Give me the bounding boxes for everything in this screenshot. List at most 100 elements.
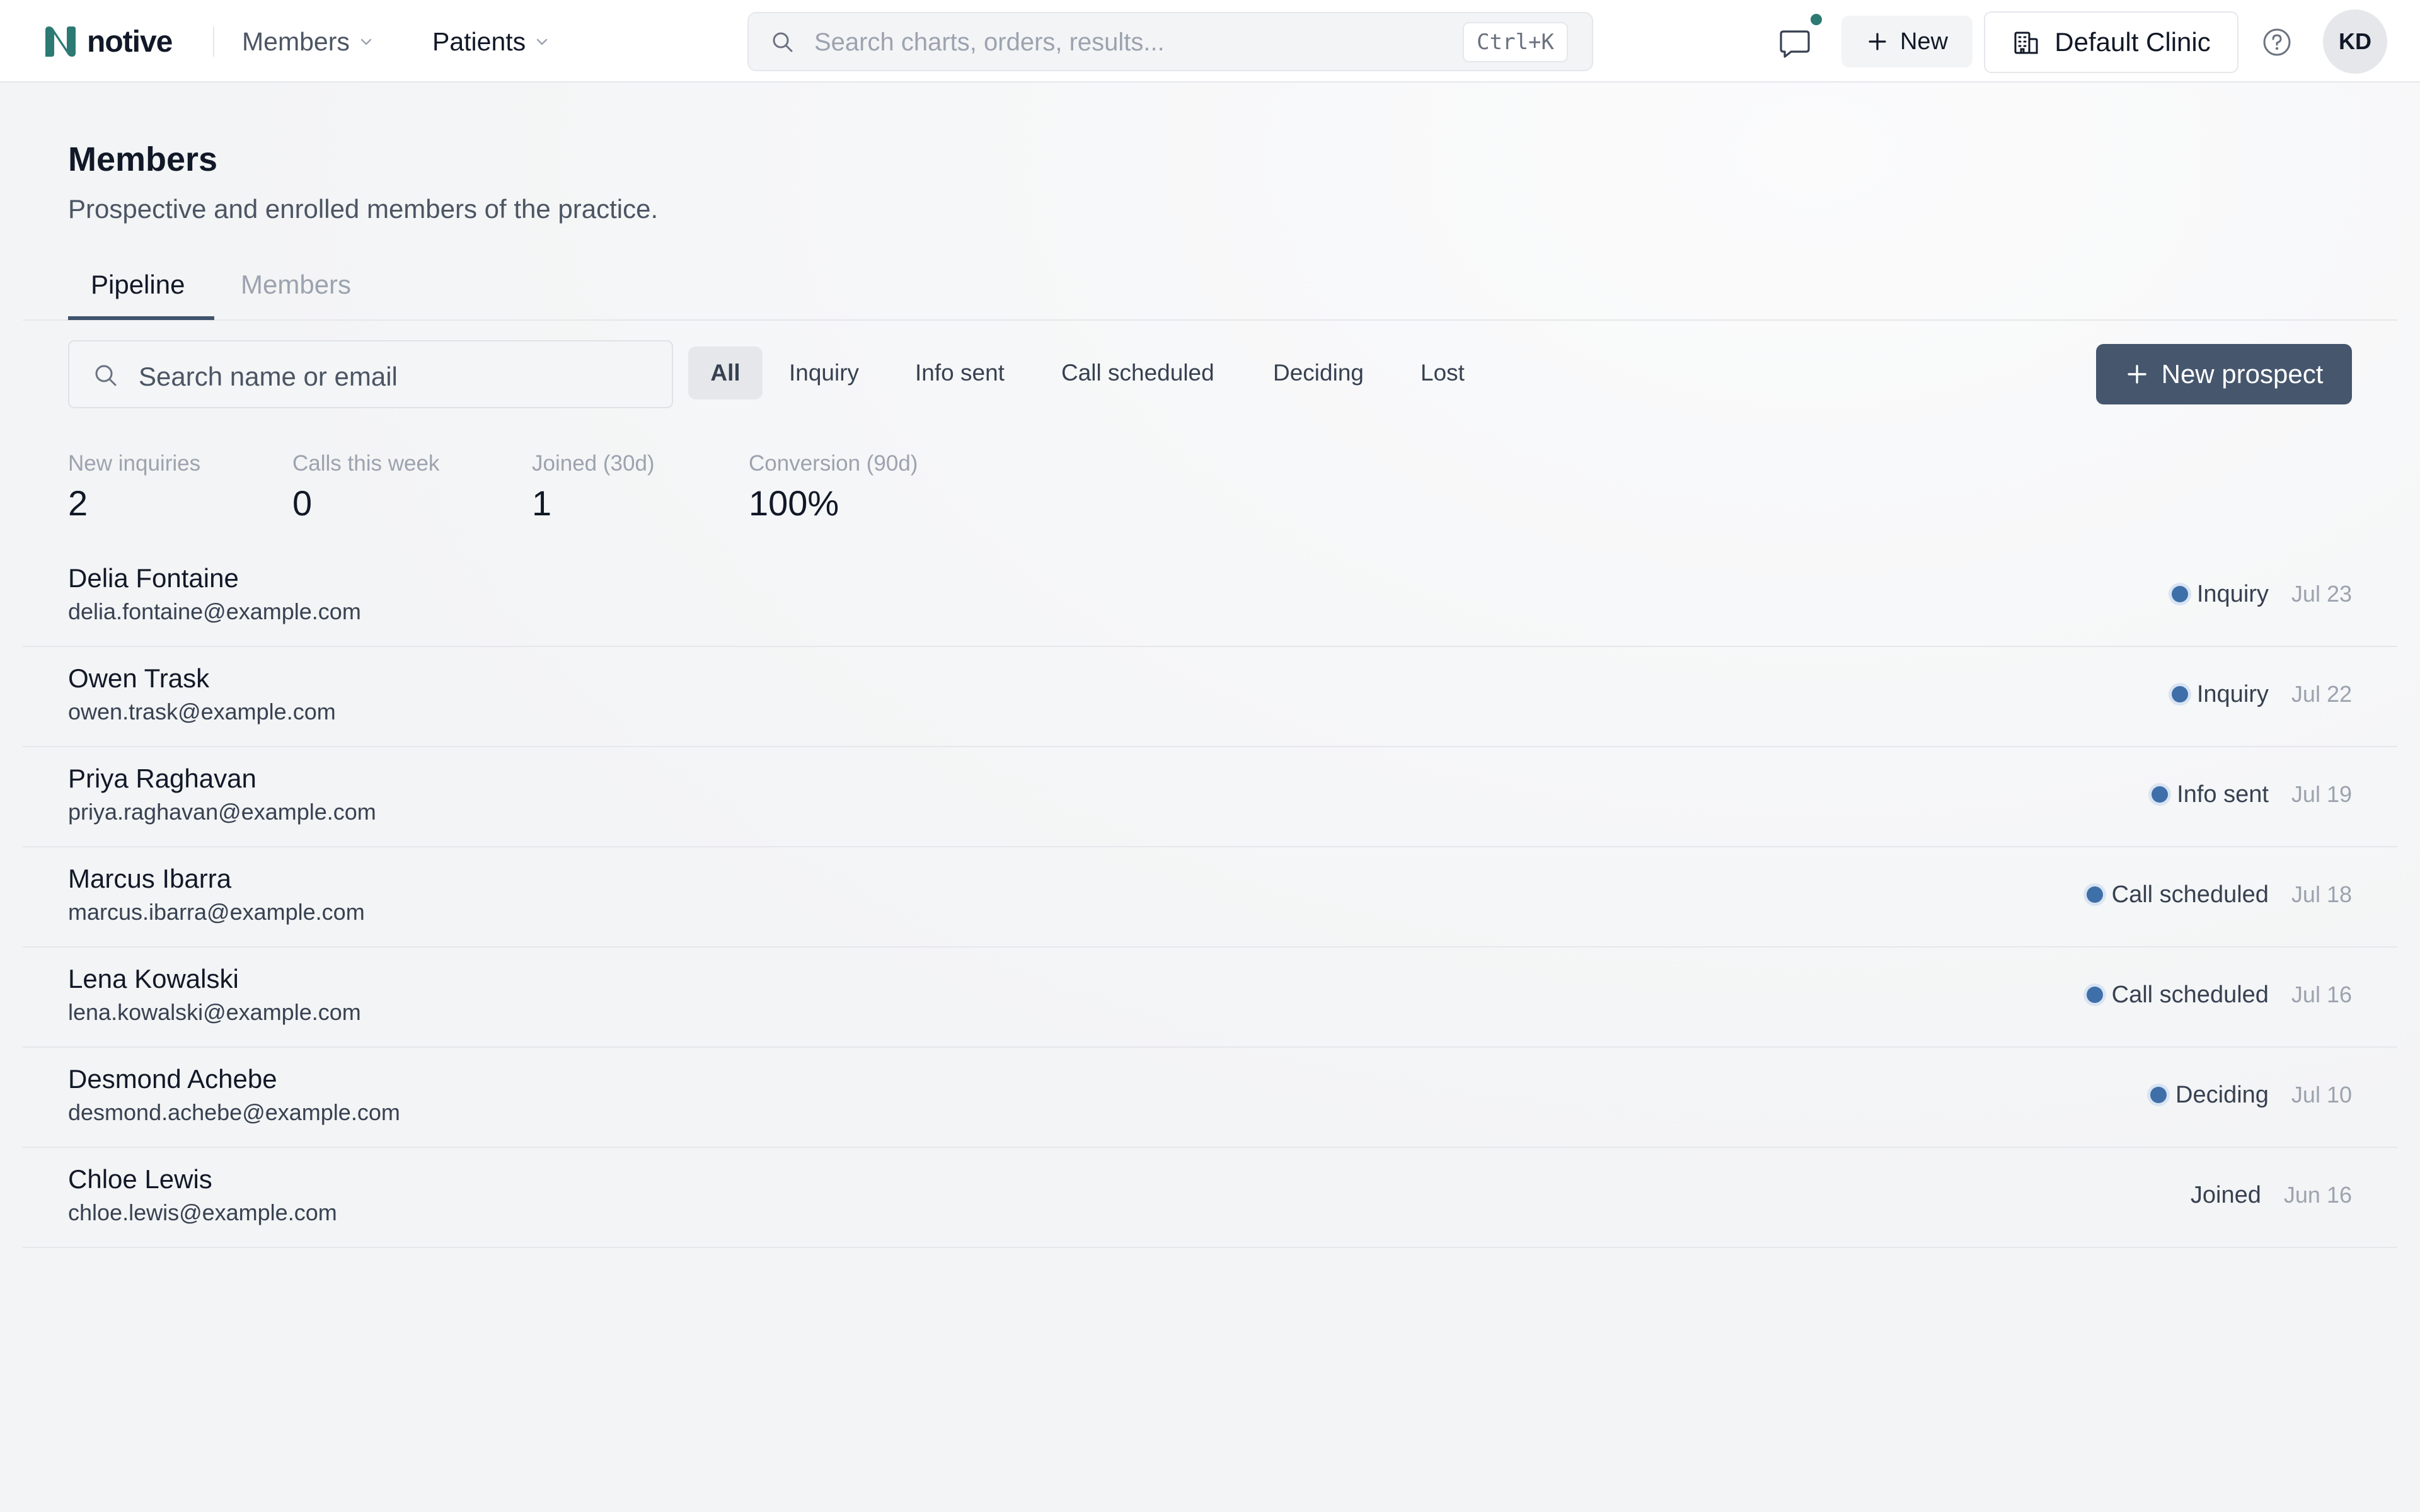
search-shortcut-hint: Ctrl+K bbox=[1463, 22, 1568, 62]
status-label: Deciding bbox=[2175, 1081, 2269, 1108]
page-subtitle: Prospective and enrolled members of the … bbox=[68, 194, 659, 224]
filter-all[interactable]: All bbox=[688, 346, 763, 399]
stat-new-inquiries-value: 2 bbox=[68, 483, 88, 523]
help-button[interactable] bbox=[2261, 26, 2293, 58]
status-badge: Call scheduled bbox=[2086, 981, 2269, 1009]
notive-logo-icon bbox=[45, 26, 76, 57]
prospect-date: Jul 23 bbox=[2291, 581, 2352, 607]
chevron-down-icon bbox=[360, 38, 372, 45]
status-dot-icon bbox=[2171, 586, 2188, 602]
filter-lost[interactable]: Lost bbox=[1420, 346, 1465, 399]
status-label: Call scheduled bbox=[2111, 981, 2269, 1008]
stat-calls-week-label: Calls this week bbox=[292, 451, 440, 476]
prospect-row[interactable]: Lena Kowalski lena.kowalski@example.com … bbox=[23, 948, 2397, 1048]
prospect-date: Jul 10 bbox=[2291, 1082, 2352, 1108]
prospect-date: Jul 18 bbox=[2291, 881, 2352, 907]
filter-deciding[interactable]: Deciding bbox=[1273, 346, 1364, 399]
prospect-row[interactable]: Marcus Ibarra marcus.ibarra@example.com … bbox=[23, 847, 2397, 948]
status-label: Inquiry bbox=[2196, 580, 2269, 607]
status-dot-icon bbox=[2086, 886, 2103, 903]
status-badge: Inquiry bbox=[2171, 580, 2269, 608]
plus-icon bbox=[1869, 33, 1886, 50]
prospect-email: marcus.ibarra@example.com bbox=[68, 899, 365, 925]
prospect-name: Delia Fontaine bbox=[68, 563, 239, 593]
tab-pipeline[interactable]: Pipeline bbox=[91, 270, 185, 300]
chevron-down-icon bbox=[536, 38, 548, 45]
clinic-switcher-button[interactable]: Default Clinic bbox=[1984, 11, 2238, 73]
nav-members-dropdown[interactable]: Members bbox=[242, 24, 374, 59]
top-bar: notive Members Patients Search charts, o… bbox=[0, 0, 2420, 83]
stat-joined-value: 1 bbox=[532, 483, 552, 523]
global-search-input[interactable]: Search charts, orders, results... Ctrl+K bbox=[747, 12, 1593, 71]
prospect-row[interactable]: Priya Raghavan priya.raghavan@example.co… bbox=[23, 747, 2397, 847]
status-label: Joined bbox=[2190, 1181, 2261, 1208]
stat-conversion-label: Conversion (90d) bbox=[749, 451, 918, 476]
filter-info-sent[interactable]: Info sent bbox=[915, 346, 1005, 399]
prospect-email: chloe.lewis@example.com bbox=[68, 1200, 337, 1225]
prospect-row[interactable]: Chloe Lewis chloe.lewis@example.com Join… bbox=[23, 1148, 2397, 1248]
prospect-row[interactable]: Delia Fontaine delia.fontaine@example.co… bbox=[23, 547, 2397, 647]
user-avatar[interactable]: KD bbox=[2323, 9, 2387, 74]
prospect-name: Lena Kowalski bbox=[68, 964, 239, 994]
building-icon bbox=[2014, 32, 2038, 54]
status-dot-icon bbox=[2086, 987, 2103, 1003]
status-badge: Inquiry bbox=[2171, 680, 2269, 708]
status-dot-icon bbox=[2152, 786, 2169, 803]
prospect-email: priya.raghavan@example.com bbox=[68, 799, 376, 825]
notification-dot bbox=[1811, 14, 1822, 25]
status-badge: Info sent bbox=[2152, 781, 2269, 808]
chat-bubble-icon bbox=[1780, 30, 1810, 58]
prospect-email: owen.trask@example.com bbox=[68, 699, 336, 724]
new-prospect-button[interactable]: New prospect bbox=[2096, 344, 2352, 404]
filter-inquiry[interactable]: Inquiry bbox=[789, 346, 859, 399]
brand-name: notive bbox=[87, 25, 173, 59]
nav-patients-dropdown[interactable]: Patients bbox=[432, 24, 550, 59]
search-icon bbox=[95, 365, 117, 386]
status-label: Inquiry bbox=[2196, 680, 2269, 707]
new-prospect-label: New prospect bbox=[2161, 359, 2324, 389]
prospect-search-placeholder: Search name or email bbox=[139, 362, 398, 391]
nav-patients-label: Patients bbox=[432, 26, 526, 56]
stat-conversion-value: 100% bbox=[749, 483, 839, 523]
prospect-email: lena.kowalski@example.com bbox=[68, 999, 361, 1025]
nav-members-label: Members bbox=[242, 26, 350, 56]
prospect-name: Desmond Achebe bbox=[68, 1064, 277, 1094]
active-tab-indicator bbox=[68, 316, 214, 320]
messages-button[interactable] bbox=[1775, 23, 1815, 63]
nav-divider bbox=[213, 26, 214, 57]
prospect-search-input[interactable]: Search name or email bbox=[68, 340, 673, 408]
global-search-placeholder: Search charts, orders, results... bbox=[814, 28, 1165, 56]
status-badge: Joined bbox=[2191, 1182, 2261, 1209]
stat-new-inquiries-label: New inquiries bbox=[68, 451, 201, 476]
status-label: Call scheduled bbox=[2111, 881, 2269, 908]
prospect-row[interactable]: Desmond Achebe desmond.achebe@example.co… bbox=[23, 1048, 2397, 1148]
status-dot-icon bbox=[2171, 686, 2188, 702]
prospect-email: delia.fontaine@example.com bbox=[68, 598, 361, 624]
status-dot-icon bbox=[2150, 1087, 2167, 1103]
prospect-date: Jul 16 bbox=[2291, 982, 2352, 1007]
prospect-date: Jun 16 bbox=[2283, 1182, 2352, 1208]
prospect-name: Priya Raghavan bbox=[68, 764, 256, 793]
prospect-name: Owen Trask bbox=[68, 663, 210, 693]
avatar-initials: KD bbox=[2339, 28, 2371, 54]
prospect-name: Marcus Ibarra bbox=[68, 864, 232, 893]
prospect-name: Chloe Lewis bbox=[68, 1164, 212, 1194]
new-button-label: New bbox=[1899, 28, 1949, 55]
prospect-date: Jul 22 bbox=[2291, 681, 2352, 707]
new-button[interactable]: New bbox=[1841, 16, 1973, 67]
filter-call-scheduled[interactable]: Call scheduled bbox=[1061, 346, 1214, 399]
clinic-label: Default Clinic bbox=[2054, 27, 2211, 57]
status-badge: Call scheduled bbox=[2086, 881, 2269, 908]
brand-logo[interactable]: notive bbox=[43, 21, 173, 62]
prospect-date: Jul 19 bbox=[2291, 781, 2352, 807]
prospect-row[interactable]: Owen Trask owen.trask@example.com Inquir… bbox=[23, 647, 2397, 747]
prospect-email: desmond.achebe@example.com bbox=[68, 1099, 400, 1125]
stat-calls-week-value: 0 bbox=[292, 483, 313, 523]
tabs-divider bbox=[23, 319, 2397, 321]
help-icon bbox=[2263, 28, 2291, 56]
status-badge: Deciding bbox=[2150, 1082, 2269, 1109]
search-icon bbox=[773, 32, 793, 52]
stat-joined-label: Joined (30d) bbox=[532, 451, 655, 476]
tab-members[interactable]: Members bbox=[241, 270, 351, 300]
plus-icon bbox=[2127, 365, 2146, 384]
